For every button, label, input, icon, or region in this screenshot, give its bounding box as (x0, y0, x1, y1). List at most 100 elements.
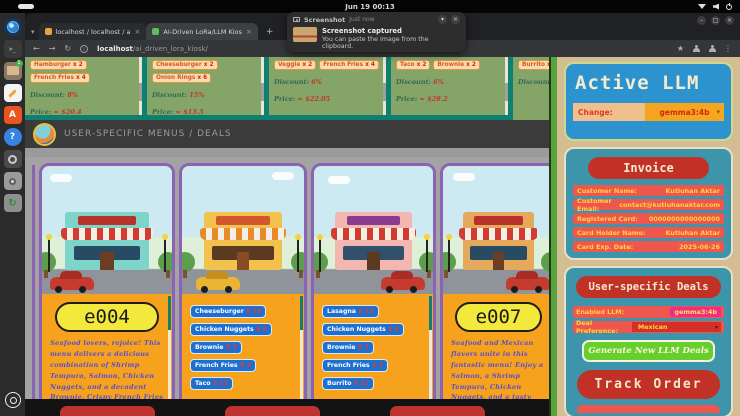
tab2-close-icon[interactable]: × (246, 28, 252, 36)
notification-time: Just now (349, 16, 374, 23)
field-label: Customer Email: (577, 197, 619, 213)
app-store-icon[interactable]: A (4, 106, 22, 124)
files-icon[interactable]: 1 (4, 62, 22, 80)
deal-tag: Cheeseburger x 2 (152, 60, 218, 70)
dock: >_ 1 A ? ↻ (0, 13, 25, 416)
help-icon[interactable]: ? (4, 128, 22, 146)
menu-cards-row: e004 Seafood lovers, rejoice! This menu … (25, 157, 549, 399)
card-scrollbar[interactable] (505, 57, 508, 120)
clipped-panel-row (577, 405, 720, 413)
deal-card[interactable]: Taco x 2 Brownie x 2 Discount: 6% Price:… (391, 57, 508, 120)
reload-icon[interactable]: ↻ (64, 44, 71, 53)
tab2-title: AI-Driven LoRa/LLM Kios (163, 28, 242, 36)
offscreen-card-edge (32, 165, 35, 399)
change-label: Change: (573, 103, 645, 121)
avatar-icon[interactable] (708, 45, 716, 53)
card-scrollbar[interactable] (139, 57, 142, 120)
invoice-button[interactable]: Invoice (588, 157, 709, 179)
desktop: Jun 19 00:13 >_ 1 A ? ↻ – □ × ▾ (0, 0, 740, 416)
tab-ai-driven-kiosk[interactable]: AI-Driven LoRa/LLM Kios × (146, 23, 257, 40)
update-arrows-icon: ↻ (8, 198, 16, 209)
deal-preference-select[interactable]: Mexican ▾ (632, 322, 721, 332)
deal-card[interactable]: Hamburger x 2 French Fries x 4 Discount:… (25, 57, 142, 120)
menu-card-deal-c[interactable]: Lasagna X 12 Chicken Nuggets X 6 Brownie… (311, 163, 436, 399)
invoice-box: Invoice Customer Name: Kutluhan Aktar Cu… (564, 147, 733, 260)
notification-app: Screenshot (304, 16, 345, 24)
browser-icon[interactable] (4, 18, 22, 36)
clock[interactable]: Jun 19 00:13 (345, 3, 394, 11)
browser-orb-icon (7, 21, 19, 33)
ubuntu-logo-icon[interactable] (5, 392, 21, 408)
back-icon[interactable]: ← (33, 44, 40, 53)
browser-menu-icon[interactable]: ⋮ (724, 44, 732, 53)
next-row-clipped (25, 399, 549, 416)
deal-item-pill: Brownie X 3 (322, 341, 374, 354)
customer-email-field[interactable]: Customer Email: contact@kutluhanaktar.co… (573, 199, 724, 210)
terminal-glyph: >_ (9, 46, 16, 53)
tab-search-chevron-icon[interactable]: ▾ (31, 28, 35, 36)
deal-item-pill: Cheeseburger X 10 (190, 305, 266, 318)
field-value: contact@kutluhanaktar.com (619, 201, 720, 209)
card-scrollbar[interactable] (429, 296, 432, 399)
tab1-close-icon[interactable]: × (135, 28, 141, 36)
screenshot-notification[interactable]: Screenshot Just now ▾ × Screenshot captu… (287, 12, 466, 52)
settings-icon[interactable] (4, 150, 22, 168)
deal-card[interactable]: Veggie x 2 French Fries x 4 Discount: 6%… (269, 57, 386, 120)
site-info-icon[interactable]: i (80, 45, 88, 53)
minimize-button[interactable]: – (697, 16, 706, 25)
terminal-icon[interactable]: >_ (4, 40, 22, 58)
menu-id-badge: e004 (55, 302, 160, 332)
registered-card-field[interactable]: Registered Card: 0000000000000000 (573, 213, 724, 224)
card-exp-field[interactable]: Card Exp. Date: 2025-06-26 (573, 241, 724, 252)
software-updater-icon[interactable]: ↻ (4, 194, 22, 212)
wifi-icon[interactable] (698, 4, 706, 9)
discount-line: Discount: 8% (30, 91, 138, 99)
close-window-button[interactable]: × (725, 16, 734, 25)
storefront-illustration (42, 166, 172, 294)
help-glyph: ? (10, 132, 15, 142)
llm-model-select[interactable]: gemma3:4b ▾ (645, 103, 724, 121)
card-scrollbar[interactable] (383, 57, 386, 120)
lens-icon (9, 178, 16, 185)
notification-close-icon[interactable]: × (451, 15, 460, 24)
camera-icon (293, 17, 300, 22)
deal-card[interactable]: Burrito x 2 Discount: (513, 57, 549, 120)
power-icon[interactable] (726, 4, 732, 10)
user-specific-deals-button[interactable]: User-specific Deals (576, 276, 721, 298)
menu-description: Seafood lovers, rejoice! This menu deliv… (50, 338, 164, 399)
menu-card-deal-b[interactable]: Cheeseburger X 10 Chicken Nuggets X 6 Br… (179, 163, 307, 399)
tab2-favicon (152, 28, 159, 35)
activities-indicator[interactable] (18, 4, 34, 9)
deal-card[interactable]: Cheeseburger x 2 Onion Rings x 6 Discoun… (147, 57, 264, 120)
profile-icon[interactable] (692, 45, 700, 53)
card-scrollbar[interactable] (168, 296, 171, 399)
divider-strip (25, 148, 549, 157)
new-tab-button[interactable]: + (266, 27, 274, 37)
notification-title: Screenshot captured (322, 27, 460, 35)
forward-icon[interactable]: → (49, 44, 56, 53)
bookmark-star-icon[interactable]: ★ (677, 44, 684, 53)
customer-name-field[interactable]: Customer Name: Kutluhan Aktar (573, 185, 724, 196)
track-order-button[interactable]: Track Order (577, 370, 720, 399)
maximize-button[interactable]: □ (711, 16, 720, 25)
deal-preference-row: Deal Preference: Mexican ▾ (573, 321, 724, 333)
deal-tag: French Fries x 4 (319, 60, 379, 70)
discount-line: Discount: 6% (274, 78, 382, 86)
volume-icon[interactable] (713, 4, 719, 10)
card-scrollbar[interactable] (261, 57, 264, 120)
text-editor-icon[interactable] (4, 84, 22, 102)
notification-body: You can paste the image from the clipboa… (322, 36, 460, 50)
discount-line: Discount: (518, 78, 549, 86)
menu-card-e007[interactable]: e007 Seafood and Mexican flavors unite i… (440, 163, 549, 399)
tab1-favicon (45, 28, 52, 35)
card-holder-field[interactable]: Card Holder Name: Kutluhan Aktar (573, 227, 724, 238)
tab-localhost[interactable]: localhost / localhost / a × (39, 23, 147, 40)
field-value: 0000000000000000 (649, 215, 720, 223)
card-scrollbar[interactable] (300, 296, 303, 399)
generate-deals-button[interactable]: Generate New LLM Deals (582, 340, 715, 362)
menu-card-e004[interactable]: e004 Seafood lovers, rejoice! This menu … (39, 163, 175, 399)
market-stall-illustration (182, 166, 304, 294)
deal-tag: Hamburger x 2 (30, 60, 87, 70)
screenshot-tool-icon[interactable] (4, 172, 22, 190)
notification-expand-icon[interactable]: ▾ (438, 15, 447, 24)
